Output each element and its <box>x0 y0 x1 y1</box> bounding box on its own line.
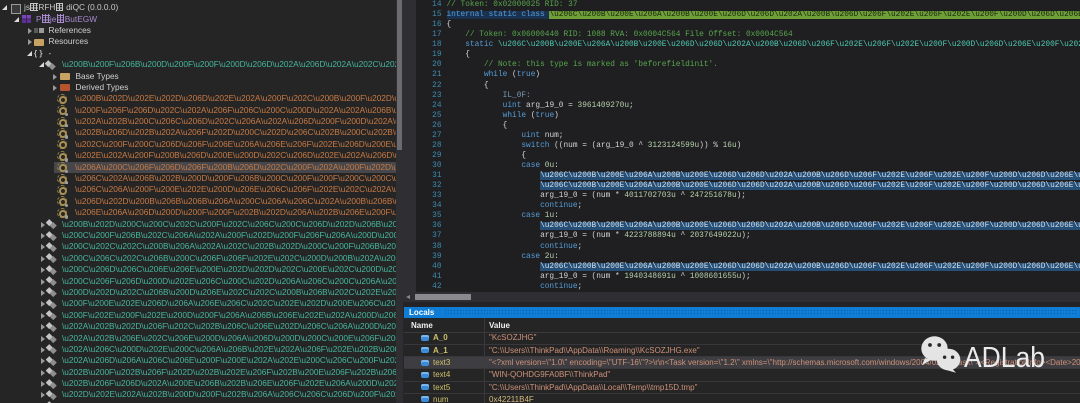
svg-text:ADLab: ADLab <box>964 342 1045 374</box>
